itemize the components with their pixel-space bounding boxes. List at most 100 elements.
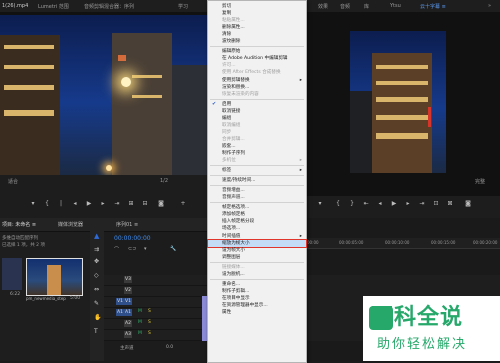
track-a1: A1 A1 M S [104, 308, 207, 319]
menu-separator [210, 261, 304, 263]
a3-mute-icon[interactable]: M [138, 331, 142, 336]
prog-go-out-icon[interactable]: ⇥ [419, 201, 425, 207]
clip-2-duration: 5:00 [70, 296, 81, 301]
marker-icon[interactable]: ▾ [144, 246, 147, 252]
slip-icon[interactable]: ⇔ [94, 286, 99, 293]
camera-icon[interactable]: ◙ [158, 201, 164, 207]
prog-play-icon[interactable]: ▶ [391, 201, 397, 207]
project-panel: 项目: 未命名 ≡ 媒体浏览器 多维自动匹配序列 已选择 1 项，共 2 项 6… [0, 218, 91, 361]
a3-solo-icon[interactable]: S [148, 331, 151, 336]
insert-icon[interactable]: ⊞ [128, 201, 134, 207]
menu-item[interactable]: 属性 [208, 309, 306, 317]
lift-icon[interactable]: ⊡ [433, 201, 439, 207]
more-icon[interactable]: » [488, 3, 491, 9]
mark-out-icon[interactable]: { [44, 201, 50, 207]
source-tab[interactable]: 1(26).mp4 [2, 3, 28, 9]
pen-icon[interactable]: ✎ [94, 300, 99, 307]
a2-solo-icon[interactable]: S [148, 320, 151, 325]
lumetri-tab[interactable]: Lumetri 范围 [38, 3, 69, 10]
workspace-effects[interactable]: 效果 [318, 3, 328, 10]
step-back-icon[interactable]: ◂ [72, 201, 78, 207]
track-select-icon[interactable]: ⇉ [94, 246, 99, 253]
clip-thumb-2[interactable] [26, 258, 83, 296]
project-panel-title[interactable]: 项目: 未命名 ≡ [2, 221, 36, 228]
clip-1-duration: 6:22 [10, 292, 21, 297]
track-a2: A2 M S [104, 319, 207, 330]
menu-separator [210, 165, 304, 167]
workspace-libraries[interactable]: 库 [364, 3, 369, 10]
prog-camera-icon[interactable]: ◙ [465, 201, 471, 207]
menu-item[interactable]: 多机位 ▸ [208, 157, 306, 165]
overwrite-icon[interactable]: ⊟ [142, 201, 148, 207]
source-zoom-select[interactable]: 适合 [8, 178, 18, 185]
timeline-timecode[interactable]: 00:00:00:00 [114, 235, 151, 242]
menu-item[interactable]: 恢复未渲染的内容 [208, 91, 306, 99]
type-icon[interactable]: T [94, 328, 98, 335]
hand-icon[interactable]: ✋ [94, 314, 101, 321]
menu-separator [210, 175, 304, 177]
menu-item[interactable]: 调整图层 [208, 254, 306, 262]
prog-step-back-icon[interactable]: ◂ [377, 201, 383, 207]
track-v1-source[interactable]: V1 [116, 298, 124, 305]
track-v1-label[interactable]: V1 [124, 298, 132, 305]
a1-solo-icon[interactable]: S [148, 309, 151, 314]
ruler-tick-3: 00:00:15:00 [431, 240, 456, 245]
add-button-icon[interactable]: + [180, 201, 186, 207]
play-icon[interactable]: ▶ [86, 201, 92, 207]
track-a2-label[interactable]: A2 [124, 320, 132, 327]
watermark: 百科全说 助你轻松解决 [363, 296, 500, 361]
timeline-title[interactable]: 序列01 ≡ [116, 221, 138, 228]
prog-mark-out-icon[interactable]: } [349, 201, 355, 207]
selection-tool-icon[interactable]: ▲ [94, 232, 99, 240]
prog-mark-in-icon[interactable]: ▾ [317, 201, 323, 207]
workspace-audio[interactable]: 音频 [340, 3, 350, 10]
prog-step-forward-icon[interactable]: ▸ [405, 201, 411, 207]
track-v3-label[interactable]: V3 [124, 276, 132, 283]
program-video-frame [350, 31, 446, 173]
wrench-icon[interactable]: 🔧 [170, 246, 176, 252]
a2-mute-icon[interactable]: M [138, 320, 142, 325]
workspace-active[interactable]: 云十字幕 ≡ [420, 3, 446, 10]
clip-thumb-1[interactable] [2, 258, 22, 290]
go-to-in-icon[interactable]: | [58, 201, 64, 207]
audio-mixer-tab[interactable]: 音频剪辑混合器：序列 [84, 3, 134, 10]
menu-item[interactable]: 设为脱机... [208, 271, 306, 279]
prog-mark-icon[interactable]: { [335, 201, 341, 207]
ripple-edit-icon[interactable]: ✥ [94, 258, 99, 265]
a1-mute-icon[interactable]: M [138, 309, 142, 314]
menu-item-label: 恢复未渲染的内容 [222, 91, 259, 97]
program-monitor: 完整 [305, 13, 500, 196]
menu-item[interactable]: 音频声道... [208, 194, 306, 202]
menu-item[interactable]: 标签 ▸ [208, 167, 306, 175]
master-track-value[interactable]: 0.0 [166, 345, 173, 350]
workspace-learn[interactable]: 学习 [178, 3, 188, 10]
source-video-frame [0, 15, 207, 175]
track-a1-label[interactable]: A1 [124, 309, 132, 316]
workspace-custom[interactable]: Ytsu [390, 3, 401, 9]
extract-icon[interactable]: ⊠ [447, 201, 453, 207]
track-v1: V1 V1 [104, 297, 207, 308]
watermark-title: 百科全说 [371, 305, 464, 330]
ruler-tick-2: 00:00:10:00 [385, 240, 410, 245]
go-to-out-icon[interactable]: ⇥ [114, 201, 120, 207]
step-forward-icon[interactable]: ▸ [100, 201, 106, 207]
menu-separator [210, 98, 304, 100]
prog-go-in-icon[interactable]: ⇤ [363, 201, 369, 207]
track-a1-source[interactable]: A1 [116, 309, 124, 316]
source-transport: ▾ { | ◂ ▶ ▸ ⇥ ⊞ ⊟ ◙ + [0, 196, 207, 218]
track-a3-label[interactable]: A3 [124, 331, 132, 338]
link-icon[interactable]: ⊂⊃ [128, 246, 136, 252]
source-resolution-select[interactable]: 1/2 [160, 178, 168, 184]
project-subtitle: 多维自动匹配序列 [2, 236, 38, 241]
media-browser-tab[interactable]: 媒体浏览器 [58, 221, 83, 228]
program-zoom-select[interactable]: 完整 [475, 178, 485, 185]
menu-item[interactable]: 速度/持续时间... [208, 177, 306, 185]
razor-icon[interactable]: ◇ [94, 272, 99, 279]
menu-item-label: 速度/持续时间... [222, 178, 256, 184]
track-v2-label[interactable]: V2 [124, 287, 132, 294]
menu-item-label: 调整图层 [222, 254, 241, 260]
track-v3: V3 [104, 275, 207, 286]
snap-icon[interactable]: ⌒ [114, 246, 119, 253]
menu-item[interactable]: 波纹删除 [208, 38, 306, 46]
mark-in-icon[interactable]: ▾ [30, 201, 36, 207]
